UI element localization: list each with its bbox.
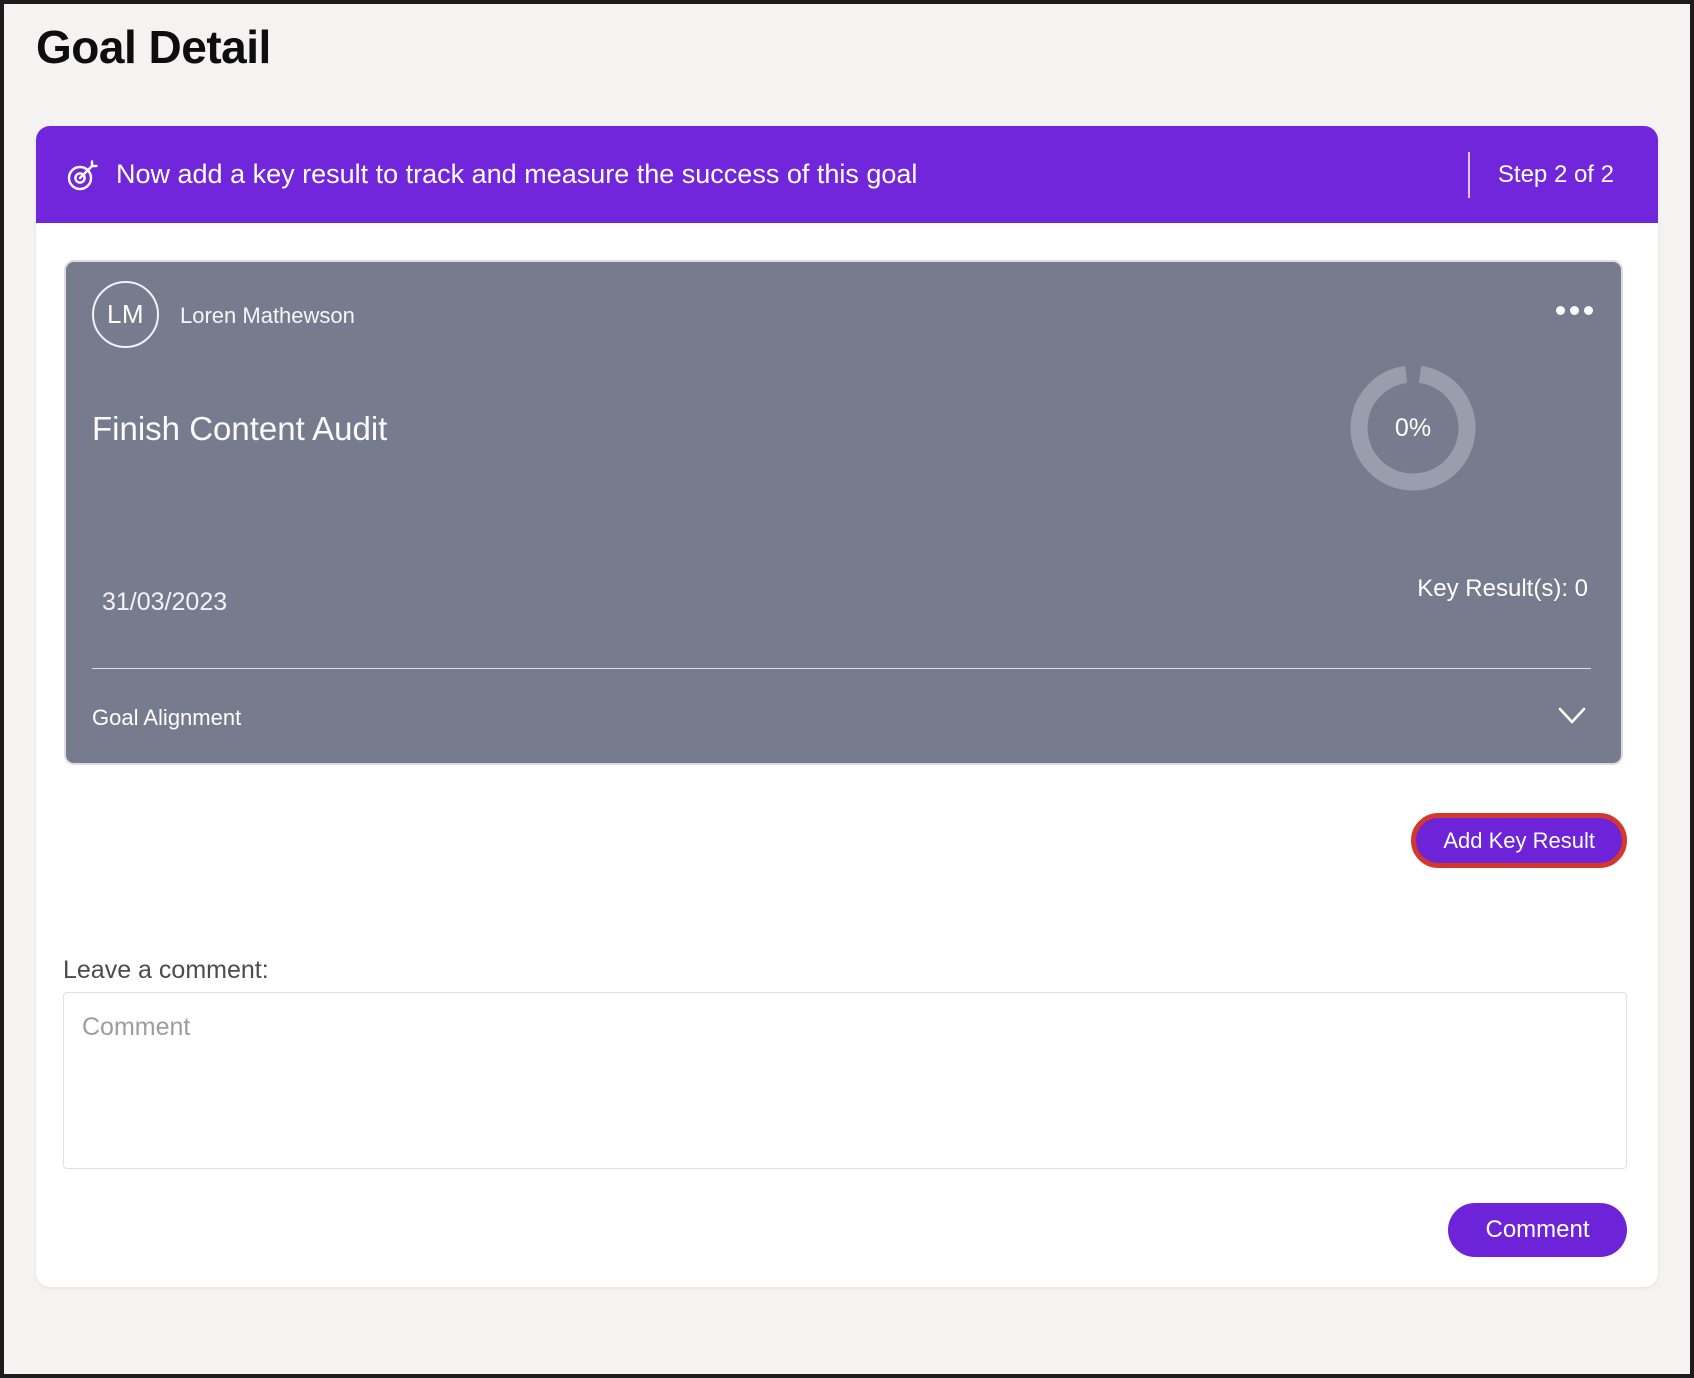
- dot: [1584, 306, 1593, 315]
- progress-percent: 0%: [1350, 365, 1476, 491]
- avatar: LM: [92, 281, 159, 348]
- dot: [1570, 306, 1579, 315]
- goal-card: LM Loren Mathewson Finish Content Audit …: [64, 260, 1623, 765]
- progress-ring: 0%: [1350, 365, 1476, 491]
- step-banner: Now add a key result to track and measur…: [36, 126, 1658, 223]
- goal-title: Finish Content Audit: [92, 410, 387, 448]
- add-key-result-button[interactable]: Add Key Result: [1411, 813, 1627, 868]
- goal-detail-panel: Now add a key result to track and measur…: [36, 126, 1658, 1287]
- goal-alignment-label: Goal Alignment: [92, 705, 241, 731]
- step-indicator: Step 2 of 2: [1498, 161, 1628, 189]
- comment-section-label: Leave a comment:: [63, 956, 269, 985]
- card-divider: [92, 668, 1591, 669]
- banner-message: Now add a key result to track and measur…: [116, 159, 1440, 190]
- more-options-icon[interactable]: [1554, 300, 1595, 321]
- page-title: Goal Detail: [36, 20, 271, 74]
- goal-alignment-toggle[interactable]: Goal Alignment: [66, 682, 1621, 752]
- comment-submit-button[interactable]: Comment: [1448, 1203, 1627, 1257]
- goal-due-date: 31/03/2023: [102, 588, 227, 617]
- goal-detail-screen: Goal Detail Now add a key result to trac…: [0, 0, 1694, 1378]
- target-icon: [66, 158, 100, 192]
- comment-input[interactable]: [63, 992, 1627, 1169]
- chevron-down-icon: [1558, 707, 1586, 725]
- banner-divider: [1468, 152, 1470, 198]
- key-results-count: Key Result(s): 0: [1417, 575, 1588, 603]
- dot: [1556, 306, 1565, 315]
- goal-owner-name: Loren Mathewson: [180, 303, 355, 329]
- avatar-initials: LM: [107, 299, 144, 330]
